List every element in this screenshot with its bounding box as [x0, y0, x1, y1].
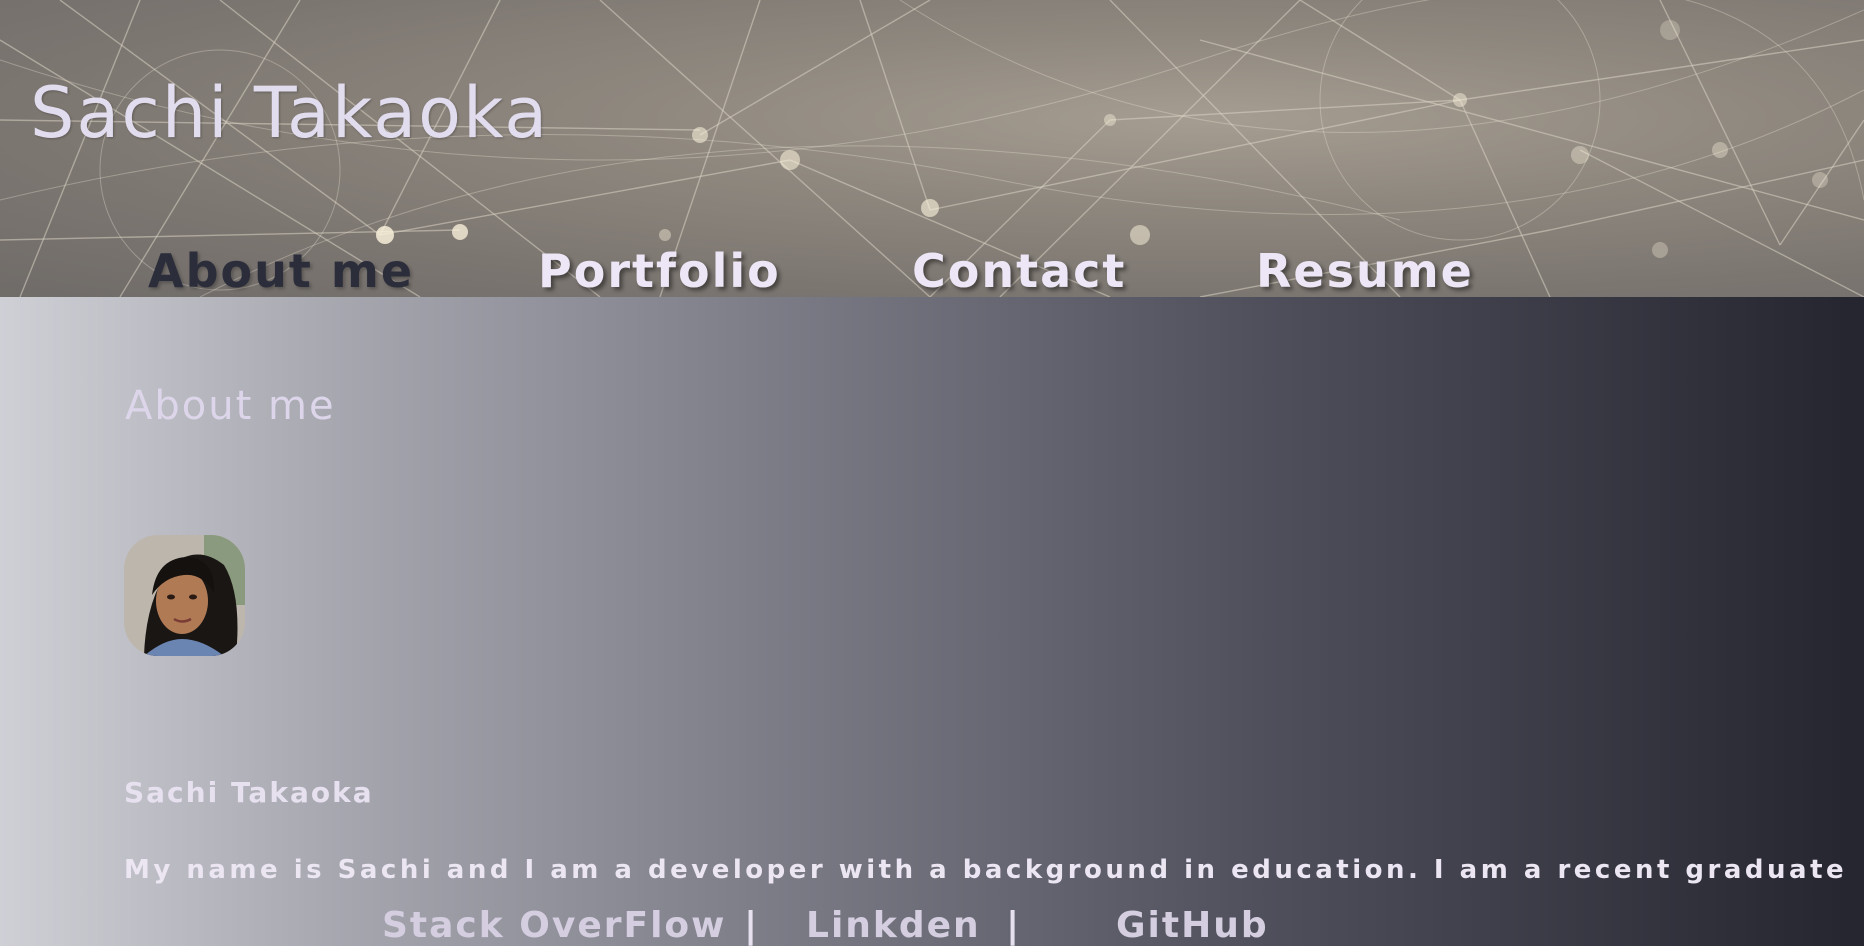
nav-resume[interactable]: Resume	[1256, 248, 1474, 294]
nav-portfolio[interactable]: Portfolio	[538, 248, 781, 294]
footer-link-linkedin[interactable]: Linkden	[806, 905, 981, 946]
bio-text: My name is Sachi and I am a developer wi…	[124, 855, 1848, 885]
footer-separator: |	[744, 905, 758, 946]
section-heading: About me	[125, 383, 336, 429]
profile-name: Sachi Takaoka	[124, 776, 374, 809]
page: Sachi Takaoka About me Portfolio Contact…	[0, 0, 1864, 946]
footer-link-stack-overflow[interactable]: Stack OverFlow	[382, 905, 726, 946]
site-title: Sachi Takaoka	[30, 72, 550, 154]
avatar	[124, 535, 245, 656]
nav-about-me[interactable]: About me	[148, 248, 414, 294]
profile-photo-icon	[124, 535, 245, 656]
footer-link-github[interactable]: GitHub	[1116, 905, 1269, 946]
nav-contact[interactable]: Contact	[912, 248, 1126, 294]
footer-separator: |	[1006, 905, 1020, 946]
main-nav: About me Portfolio Contact Resume	[0, 248, 1600, 297]
footer-links: Stack OverFlow | Linkden | GitHub	[0, 905, 1400, 946]
header-banner: Sachi Takaoka About me Portfolio Contact…	[0, 0, 1864, 297]
